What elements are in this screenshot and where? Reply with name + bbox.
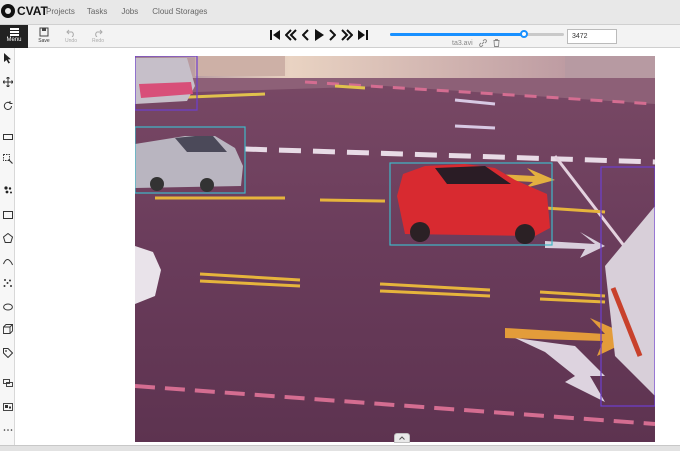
copy-link-icon[interactable] [478,39,487,47]
app-name: CVAT [17,4,48,18]
collapse-panel-button[interactable] [394,433,410,443]
redo-button[interactable]: Redo [87,27,109,44]
chevron-up-icon [399,436,405,440]
annotation-toolbar: Menu Save Undo Redo ta3.avi [0,25,680,48]
controls-sidebar [0,48,15,448]
cuboid-icon[interactable] [1,322,14,335]
menu-button[interactable]: Menu [0,25,28,48]
split-icon[interactable] [1,423,14,436]
undo-button[interactable]: Undo [60,27,82,44]
tag-icon[interactable] [1,346,14,359]
cvat-logo[interactable]: CVAT [0,4,48,18]
first-frame-icon[interactable] [270,29,280,41]
backward-step-icon[interactable] [285,29,297,41]
undo-label: Undo [65,38,77,44]
nav-jobs[interactable]: Jobs [121,7,138,16]
nav-tasks[interactable]: Tasks [87,7,107,16]
top-bar: CVAT Projects Tasks Jobs Cloud Storages [0,0,680,25]
rotate-icon[interactable] [1,99,14,112]
next-frame-icon[interactable] [329,29,336,41]
frame-slider-fill [390,33,524,36]
filename: ta3.avi [452,39,473,47]
player-controls [270,29,368,41]
zoom-region-icon[interactable] [1,152,14,165]
street-scene-image [135,56,655,442]
last-frame-icon[interactable] [358,29,368,41]
redo-icon [95,29,103,37]
undo-icon [66,29,74,37]
cvat-logo-icon [1,4,15,18]
frame-number-input[interactable] [567,29,617,44]
fit-icon[interactable] [1,130,14,143]
polyline-icon[interactable] [1,255,14,268]
move-icon[interactable] [1,75,14,88]
save-label: Save [38,38,50,44]
delete-frame-icon[interactable] [493,39,500,47]
save-button[interactable]: Save [33,27,55,44]
ellipse-icon[interactable] [1,300,14,313]
file-info: ta3.avi [452,39,500,47]
points-icon[interactable] [1,276,14,289]
video-frame[interactable] [135,56,655,442]
redo-label: Redo [92,38,104,44]
forward-step-icon[interactable] [341,29,353,41]
play-icon[interactable] [314,29,324,41]
frame-slider[interactable] [390,30,564,38]
frame-slider-handle[interactable] [519,30,528,38]
nav-projects[interactable]: Projects [46,7,75,16]
cursor-icon[interactable] [1,52,14,65]
menu-label: Menu [6,37,22,43]
polygon-icon[interactable] [1,231,14,244]
save-icon [39,27,49,37]
previous-frame-icon[interactable] [302,29,309,41]
hamburger-icon [9,28,19,36]
nav-cloud-storages[interactable]: Cloud Storages [152,7,207,16]
group-icon[interactable] [1,400,14,413]
rectangle-icon[interactable] [1,208,14,221]
magic-wand-icon[interactable] [1,183,14,196]
main-nav: Projects Tasks Jobs Cloud Storages [46,7,221,16]
merge-icon[interactable] [1,376,14,389]
bottom-bar [0,445,680,451]
